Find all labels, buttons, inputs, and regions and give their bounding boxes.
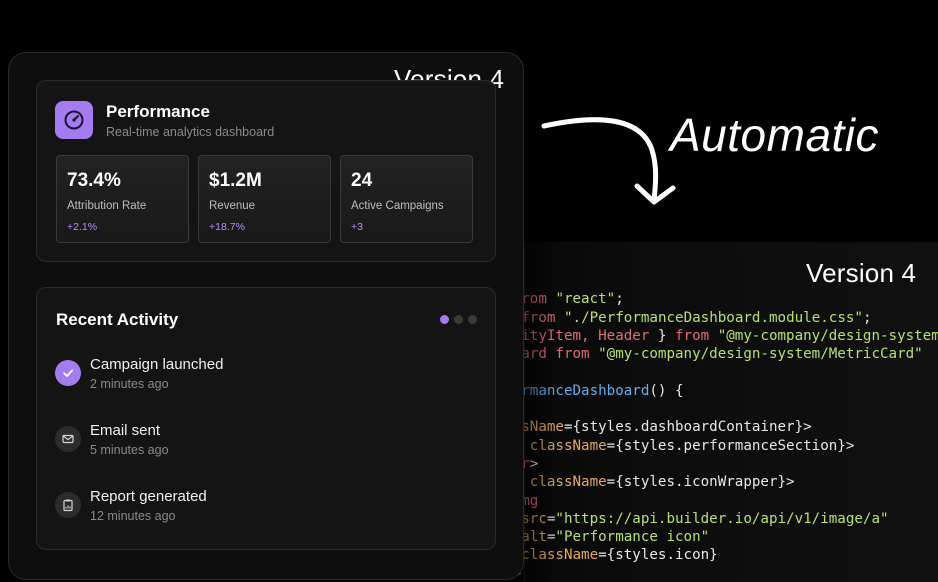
code-block: ent";eact from "react";tyles from "./Per… bbox=[470, 272, 938, 582]
recent-activity-title: Recent Activity bbox=[56, 310, 179, 329]
code-token: src bbox=[521, 510, 547, 527]
performance-title: Performance bbox=[106, 102, 210, 121]
metric-label: Revenue bbox=[209, 200, 256, 212]
activity-label: Report generated bbox=[90, 488, 207, 505]
code-line: eact from "react"; bbox=[470, 290, 938, 308]
recent-activity-section: Recent Activity Campaign launched 2 minu… bbox=[36, 287, 496, 550]
code-token: "@my-company/design-system" bbox=[717, 327, 938, 344]
metric-value: $1.2M bbox=[209, 170, 262, 191]
gauge-icon bbox=[55, 101, 93, 139]
metric-card-revenue[interactable]: $1.2M Revenue +18.7% bbox=[198, 155, 331, 243]
code-line: <div className={styles.iconWrapper}> bbox=[470, 473, 938, 491]
code-line: alt="Performance icon" bbox=[470, 528, 938, 546]
code-line: PerformanceDashboard() { bbox=[470, 382, 938, 400]
mail-icon bbox=[55, 426, 81, 452]
code-version-label: Version 4 bbox=[806, 258, 917, 288]
code-token: () { bbox=[649, 382, 684, 399]
code-line: ection className={styles.performanceSect… bbox=[470, 437, 938, 455]
metric-delta: +2.1% bbox=[67, 221, 98, 233]
code-token: > bbox=[529, 455, 539, 472]
code-line: ( bbox=[470, 400, 938, 418]
code-token: ={styles.performanceSection}> bbox=[606, 437, 855, 454]
code-token: className bbox=[529, 474, 607, 491]
performance-subtitle: Real-time analytics dashboard bbox=[106, 125, 275, 139]
performance-section: Performance Real-time analytics dashboar… bbox=[36, 80, 496, 262]
code-token: from bbox=[675, 327, 710, 344]
curved-arrow-icon bbox=[541, 117, 676, 205]
code-token: "./PerformanceDashboard.module.css" bbox=[563, 309, 863, 326]
code-line: className={styles.icon} bbox=[470, 546, 938, 564]
metric-card-attribution-rate[interactable]: 73.4% Attribution Rate +2.1% bbox=[56, 155, 189, 243]
activity-item-campaign-launched[interactable]: Campaign launched 2 minutes ago bbox=[55, 356, 475, 396]
code-line: src="https://api.builder.io/api/v1/image… bbox=[470, 510, 938, 528]
code-token: "Performance icon" bbox=[555, 529, 710, 546]
code-token: ; bbox=[615, 291, 624, 308]
code-token: ={styles.icon} bbox=[598, 547, 718, 564]
code-line: n className={styles.dashboardContainer}> bbox=[470, 418, 938, 436]
metric-delta: +18.7% bbox=[209, 221, 245, 233]
automatic-label: Automatic bbox=[670, 109, 880, 161]
metric-value: 24 bbox=[351, 170, 373, 191]
activity-label: Email sent bbox=[90, 422, 161, 439]
code-token: className bbox=[521, 547, 599, 564]
activity-item-report-generated[interactable]: Report generated 12 minutes ago bbox=[55, 488, 475, 528]
activity-pager bbox=[440, 315, 477, 324]
metric-label: Active Campaigns bbox=[351, 200, 444, 212]
code-token: className bbox=[529, 437, 607, 454]
pager-dot-3[interactable] bbox=[468, 315, 477, 324]
activity-label: Campaign launched bbox=[90, 356, 224, 373]
code-line: etricCard from "@my-company/design-syste… bbox=[470, 345, 938, 363]
code-token: "https://api.builder.io/api/v1/image/a" bbox=[555, 510, 889, 527]
code-line: tyles from "./PerformanceDashboard.modul… bbox=[470, 309, 938, 327]
metric-label: Attribution Rate bbox=[67, 200, 147, 212]
metric-card-active-campaigns[interactable]: 24 Active Campaigns +3 bbox=[340, 155, 473, 243]
activity-item-email-sent[interactable]: Email sent 5 minutes ago bbox=[55, 422, 475, 462]
code-token: alt bbox=[521, 529, 547, 546]
metric-value: 73.4% bbox=[67, 170, 121, 191]
code-line: <img bbox=[470, 492, 938, 510]
metric-delta: +3 bbox=[351, 221, 363, 233]
code-token: } bbox=[649, 327, 675, 344]
pager-dot-1[interactable] bbox=[440, 315, 449, 324]
code-line: <Header> bbox=[470, 455, 938, 473]
code-token: ={styles.dashboardContainer}> bbox=[563, 419, 812, 436]
code-token: ={styles.iconWrapper}> bbox=[606, 474, 795, 491]
code-line: /> bbox=[470, 565, 938, 582]
activity-time: 12 minutes ago bbox=[90, 509, 176, 523]
code-line: ActivityItem, Header } from "@my-company… bbox=[470, 327, 938, 345]
code-token: ; bbox=[862, 309, 872, 326]
code-token: "@my-company/design-system/MetricCard" bbox=[598, 346, 923, 363]
code-token: from bbox=[555, 346, 590, 363]
pager-dot-2[interactable] bbox=[454, 315, 463, 324]
code-token: from bbox=[521, 309, 556, 326]
activity-time: 2 minutes ago bbox=[90, 377, 169, 391]
code-panel: ent";eact from "react";tyles from "./Per… bbox=[470, 242, 938, 582]
code-token: "react" bbox=[555, 291, 616, 308]
activity-time: 5 minutes ago bbox=[90, 443, 169, 457]
clipboard-icon bbox=[55, 492, 81, 518]
check-icon bbox=[55, 360, 81, 386]
